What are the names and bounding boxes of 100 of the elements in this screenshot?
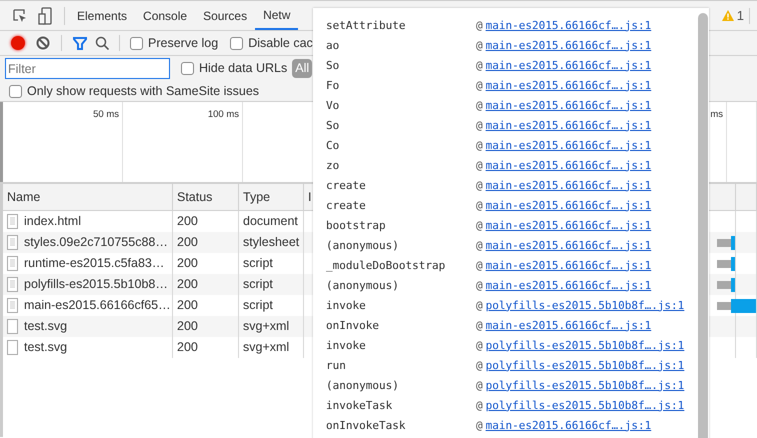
function-name: invoke (326, 298, 367, 314)
source-link[interactable]: main-es2015.66166cf….js:1 (486, 178, 652, 194)
source-link[interactable]: main-es2015.66166cf….js:1 (486, 218, 652, 234)
function-name: ao (326, 38, 340, 54)
function-name: run (326, 358, 347, 374)
source-link[interactable]: main-es2015.66166cf….js:1 (486, 78, 652, 94)
function-name: onInvokeTask (326, 418, 406, 434)
source-link[interactable]: polyfills-es2015.5b10b8f….js:1 (486, 378, 684, 394)
source-link[interactable]: main-es2015.66166cf….js:1 (486, 258, 652, 274)
source-link[interactable]: main-es2015.66166cf….js:1 (486, 38, 652, 54)
column-header: I (308, 188, 312, 206)
time-tick: ms (710, 108, 723, 122)
scrollbar-thumb[interactable] (698, 13, 708, 438)
source-link[interactable]: main-es2015.66166cf….js:1 (486, 238, 652, 254)
file-name[interactable]: index.html (24, 212, 81, 231)
function-name: _moduleDoBootstrap (326, 258, 446, 274)
function-name: invokeTask (326, 398, 394, 414)
warning-count: 1 (736, 6, 744, 25)
record-button[interactable] (11, 36, 25, 50)
table-cell-text: 200 (177, 213, 198, 230)
source-link[interactable]: main-es2015.66166cf….js:1 (486, 18, 652, 34)
function-name: Vo (326, 98, 340, 114)
source-link[interactable]: main-es2015.66166cf….js:1 (486, 318, 652, 334)
at-sign: @ (476, 98, 483, 114)
file-name[interactable]: main-es2015.66166cf65… (24, 296, 171, 315)
at-sign: @ (476, 138, 483, 154)
table-cell-text: 200 (177, 297, 198, 314)
function-name: create (326, 198, 367, 214)
function-name: (anonymous) (326, 378, 400, 394)
at-sign: @ (476, 418, 483, 434)
at-sign: @ (476, 318, 483, 334)
checkbox-label: Only show requests with SameSite issues (27, 82, 260, 100)
panel-tab[interactable]: Console (135, 1, 196, 30)
file-icon (7, 277, 18, 292)
table-cell-text: 200 (177, 339, 198, 356)
at-sign: @ (476, 218, 483, 234)
table-cell-text: script (243, 276, 273, 294)
warning-icon[interactable] (722, 10, 734, 21)
source-link[interactable]: main-es2015.66166cf….js:1 (486, 198, 652, 214)
function-name: create (326, 178, 367, 194)
time-tick: 100 ms (208, 108, 239, 122)
source-link[interactable]: main-es2015.66166cf….js:1 (486, 118, 652, 134)
table-cell-text: script (243, 297, 273, 314)
function-name: bootstrap (326, 218, 387, 234)
function-name: So (326, 58, 340, 74)
checkbox-label: Disable cac (248, 34, 313, 52)
at-sign: @ (476, 378, 483, 394)
panel-tab[interactable]: Sources (195, 1, 256, 30)
column-header: Status (177, 188, 212, 206)
function-name: Fo (326, 78, 340, 94)
source-link[interactable]: polyfills-es2015.5b10b8f….js:1 (486, 358, 684, 374)
source-link[interactable]: polyfills-es2015.5b10b8f….js:1 (486, 398, 684, 414)
function-name: setAttribute (326, 18, 406, 34)
source-link[interactable]: polyfills-es2015.5b10b8f….js:1 (486, 338, 684, 354)
at-sign: @ (476, 58, 483, 74)
file-name[interactable]: runtime-es2015.c5fa83… (24, 254, 164, 273)
table-cell-text: stylesheet (243, 234, 300, 252)
panel-tab[interactable]: Elements (69, 1, 136, 30)
at-sign: @ (476, 358, 483, 374)
at-sign: @ (476, 198, 483, 214)
table-cell-text: svg+xml (243, 318, 290, 336)
file-name[interactable]: styles.09e2c710755c88… (24, 233, 168, 252)
source-link[interactable]: main-es2015.66166cf….js:1 (486, 158, 652, 174)
table-cell-text: script (243, 255, 273, 272)
device-toolbar-icon[interactable] (38, 6, 52, 24)
at-sign: @ (476, 38, 483, 54)
clear-icon[interactable] (36, 36, 50, 50)
source-link[interactable]: main-es2015.66166cf….js:1 (486, 98, 652, 114)
source-link[interactable]: main-es2015.66166cf….js:1 (486, 58, 652, 74)
table-cell-text: svg+xml (243, 339, 290, 356)
column-header: Name (7, 188, 40, 206)
source-link[interactable]: main-es2015.66166cf….js:1 (486, 278, 652, 294)
checkbox[interactable] (181, 62, 194, 75)
file-name[interactable]: test.svg (24, 317, 68, 336)
function-name: (anonymous) (326, 278, 400, 294)
file-icon (7, 298, 18, 313)
file-name[interactable]: polyfills-es2015.5b10b8… (24, 275, 168, 294)
source-link[interactable]: polyfills-es2015.5b10b8f….js:1 (486, 298, 684, 314)
at-sign: @ (476, 238, 483, 254)
table-cell-text: 200 (177, 276, 198, 294)
column-header: Type (243, 188, 270, 206)
function-name: Co (326, 138, 340, 154)
at-sign: @ (476, 78, 483, 94)
file-icon (7, 340, 18, 355)
file-icon (7, 319, 18, 334)
filter-field[interactable]: Filter (5, 58, 170, 79)
checkbox[interactable] (130, 36, 143, 50)
checkbox[interactable] (230, 36, 244, 50)
file-icon (7, 214, 18, 229)
source-link[interactable]: main-es2015.66166cf….js:1 (486, 138, 652, 154)
function-name: onInvoke (326, 318, 380, 334)
checkbox[interactable] (9, 84, 22, 98)
search-icon[interactable] (95, 36, 109, 50)
table-cell-text: 200 (177, 234, 198, 252)
inspect-element-icon[interactable] (12, 8, 28, 24)
at-sign: @ (476, 118, 483, 134)
filter-icon[interactable] (73, 36, 87, 50)
file-name[interactable]: test.svg (24, 338, 68, 357)
at-sign: @ (476, 258, 483, 274)
source-link[interactable]: main-es2015.66166cf….js:1 (486, 418, 652, 434)
